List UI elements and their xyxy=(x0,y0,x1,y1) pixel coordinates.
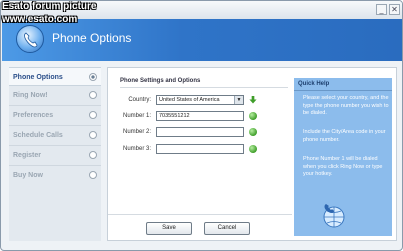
country-label: Country: xyxy=(128,97,151,103)
radio-indicator xyxy=(89,151,97,159)
sidebar-item-label: Ring Now! xyxy=(13,92,48,99)
country-row: Country: United States of America ▼ xyxy=(108,95,288,107)
number2-row: Number 2: xyxy=(108,127,288,139)
help-text-1: Please select your country, and the type… xyxy=(303,95,389,117)
number1-label: Number 1: xyxy=(122,113,151,119)
radio-indicator xyxy=(89,91,97,99)
quick-help-title: Quick Help xyxy=(298,81,330,87)
divider xyxy=(108,214,292,215)
watermark: Esato forum picture www.esato.com xyxy=(2,1,96,26)
country-value: United States of America xyxy=(159,97,220,103)
sidebar-item-phone-options[interactable]: Phone Options xyxy=(9,67,101,86)
dial-go-icon[interactable] xyxy=(249,145,257,153)
globe-phone-icon xyxy=(323,204,345,228)
radio-indicator xyxy=(89,73,97,81)
number2-input[interactable] xyxy=(156,127,244,137)
sidebar-item-label: Preferences xyxy=(13,112,54,119)
phone-options-window: _ ✕ Esato forum picture www.esato.com Ph… xyxy=(0,0,403,251)
section-title: Phone Settings and Options xyxy=(120,78,201,84)
sidebar-item-label: Schedule Calls xyxy=(13,132,63,139)
help-text-3: Phone Number 1 will be dialed when you c… xyxy=(303,156,383,178)
sidebar-item-label: Phone Options xyxy=(13,74,63,81)
sidebar-item-schedule-calls[interactable]: Schedule Calls xyxy=(9,126,101,145)
radio-indicator xyxy=(89,171,97,179)
sidebar-item-register[interactable]: Register xyxy=(9,146,101,165)
sidebar-item-label: Register xyxy=(13,152,42,159)
number3-row: Number 3: xyxy=(108,144,288,156)
chevron-down-icon[interactable]: ▼ xyxy=(234,96,243,104)
number3-label: Number 3: xyxy=(122,146,151,152)
number2-label: Number 2: xyxy=(122,129,151,135)
sidebar-item-label: Buy Now xyxy=(13,172,43,179)
sidebar-item-preferences[interactable]: Preferences xyxy=(9,106,101,125)
sidebar-nav: Phone Options Ring Now! Preferences Sche… xyxy=(9,67,101,241)
dial-go-icon[interactable] xyxy=(249,112,257,120)
country-select[interactable]: United States of America ▼ xyxy=(156,95,244,105)
page-title: Phone Options xyxy=(52,31,132,45)
quick-help-panel: Quick Help Please select your country, a… xyxy=(294,78,392,236)
minimize-icon[interactable]: _ xyxy=(376,4,387,15)
radio-indicator xyxy=(89,131,97,139)
watermark-line-1: Esato forum picture xyxy=(2,1,97,12)
dial-go-icon[interactable] xyxy=(249,128,257,136)
number1-value: 7035551212 xyxy=(159,113,190,119)
divider xyxy=(120,87,288,88)
download-arrow-icon[interactable] xyxy=(249,96,257,104)
number1-row: Number 1: 7035551212 xyxy=(108,111,288,123)
phone-icon xyxy=(16,25,44,53)
number1-input[interactable]: 7035551212 xyxy=(156,111,244,121)
watermark-line-2: www.esato.com xyxy=(2,14,78,25)
number3-input[interactable] xyxy=(156,144,244,154)
main-panel: Phone Settings and Options Country: Unit… xyxy=(107,67,397,241)
close-icon[interactable]: ✕ xyxy=(389,4,400,15)
cancel-button[interactable]: Cancel xyxy=(204,222,250,235)
save-button[interactable]: Save xyxy=(146,222,192,235)
sidebar-item-ring-now[interactable]: Ring Now! xyxy=(9,86,101,105)
help-text-2: Include the City/Area code in your phone… xyxy=(303,129,386,143)
sidebar-item-buy-now[interactable]: Buy Now xyxy=(9,166,101,185)
divider xyxy=(294,90,392,91)
radio-indicator xyxy=(89,111,97,119)
window-controls: _ ✕ xyxy=(376,4,400,15)
